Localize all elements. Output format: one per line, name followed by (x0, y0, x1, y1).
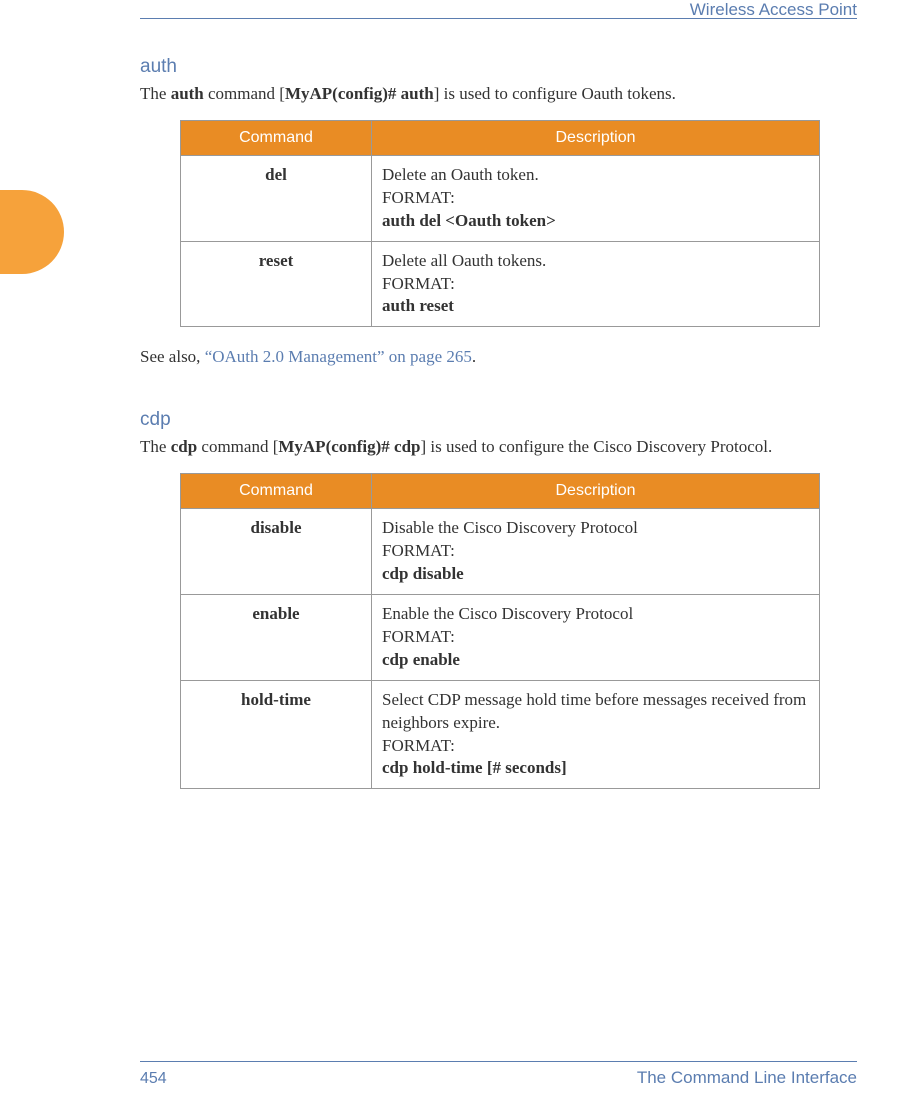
cmd-cell: del (181, 155, 372, 241)
text: The (140, 437, 171, 456)
desc-text: Disable the Cisco Discovery Protocol (382, 517, 809, 540)
section-title-auth: auth (140, 56, 857, 78)
desc-text: Delete all Oauth tokens. (382, 250, 809, 273)
table-row: enable Enable the Cisco Discovery Protoc… (181, 594, 820, 680)
desc-format-label: FORMAT: (382, 626, 809, 649)
side-tab (0, 190, 64, 274)
desc-format-label: FORMAT: (382, 735, 809, 758)
desc-cell: Disable the Cisco Discovery Protocol FOR… (372, 509, 820, 595)
page-content: auth The auth command [MyAP(config)# aut… (140, 50, 857, 807)
desc-text: Delete an Oauth token. (382, 164, 809, 187)
desc-cell: Select CDP message hold time before mess… (372, 680, 820, 789)
auth-see-also: See also, “OAuth 2.0 Management” on page… (140, 345, 857, 369)
text: command [ (204, 84, 285, 103)
desc-cell: Delete all Oauth tokens. FORMAT: auth re… (372, 241, 820, 327)
desc-format-label: FORMAT: (382, 273, 809, 296)
cdp-table: Command Description disable Disable the … (180, 473, 820, 789)
desc-format: auth del <Oauth token> (382, 210, 809, 233)
cmd-cell: reset (181, 241, 372, 327)
desc-text: Enable the Cisco Discovery Protocol (382, 603, 809, 626)
text: ] is used to configure Oauth tokens. (434, 84, 676, 103)
header-rule (140, 18, 857, 19)
auth-intro: The auth command [MyAP(config)# auth] is… (140, 82, 857, 106)
footer-section-title: The Command Line Interface (637, 1068, 857, 1088)
desc-cell: Enable the Cisco Discovery Protocol FORM… (372, 594, 820, 680)
text: . (472, 347, 476, 366)
header-title: Wireless Access Point (690, 0, 857, 20)
cdp-intro: The cdp command [MyAP(config)# cdp] is u… (140, 435, 857, 459)
table-row: reset Delete all Oauth tokens. FORMAT: a… (181, 241, 820, 327)
cmd-name: cdp (171, 437, 197, 456)
cmd-cell: disable (181, 509, 372, 595)
table-header-description: Description (372, 120, 820, 155)
cmd-name: auth (171, 84, 204, 103)
link-oauth-management[interactable]: “OAuth 2.0 Management” on page 265 (205, 347, 472, 366)
text: The (140, 84, 171, 103)
desc-format-label: FORMAT: (382, 540, 809, 563)
desc-cell: Delete an Oauth token. FORMAT: auth del … (372, 155, 820, 241)
text: ] is used to configure the Cisco Discove… (420, 437, 772, 456)
text: See also, (140, 347, 205, 366)
cmd-prompt: MyAP(config)# cdp (278, 437, 420, 456)
footer-rule (140, 1061, 857, 1062)
desc-format: cdp enable (382, 649, 809, 672)
page-number: 454 (140, 1070, 167, 1088)
auth-table: Command Description del Delete an Oauth … (180, 120, 820, 328)
table-row: del Delete an Oauth token. FORMAT: auth … (181, 155, 820, 241)
table-header-description: Description (372, 474, 820, 509)
table-row: hold-time Select CDP message hold time b… (181, 680, 820, 789)
desc-format: cdp disable (382, 563, 809, 586)
desc-text: Select CDP message hold time before mess… (382, 689, 809, 735)
table-row: disable Disable the Cisco Discovery Prot… (181, 509, 820, 595)
cmd-prompt: MyAP(config)# auth (285, 84, 434, 103)
section-title-cdp: cdp (140, 409, 857, 431)
desc-format: cdp hold-time [# seconds] (382, 757, 809, 780)
desc-format: auth reset (382, 295, 809, 318)
cmd-cell: hold-time (181, 680, 372, 789)
cmd-cell: enable (181, 594, 372, 680)
table-header-command: Command (181, 120, 372, 155)
table-header-command: Command (181, 474, 372, 509)
desc-format-label: FORMAT: (382, 187, 809, 210)
text: command [ (197, 437, 278, 456)
